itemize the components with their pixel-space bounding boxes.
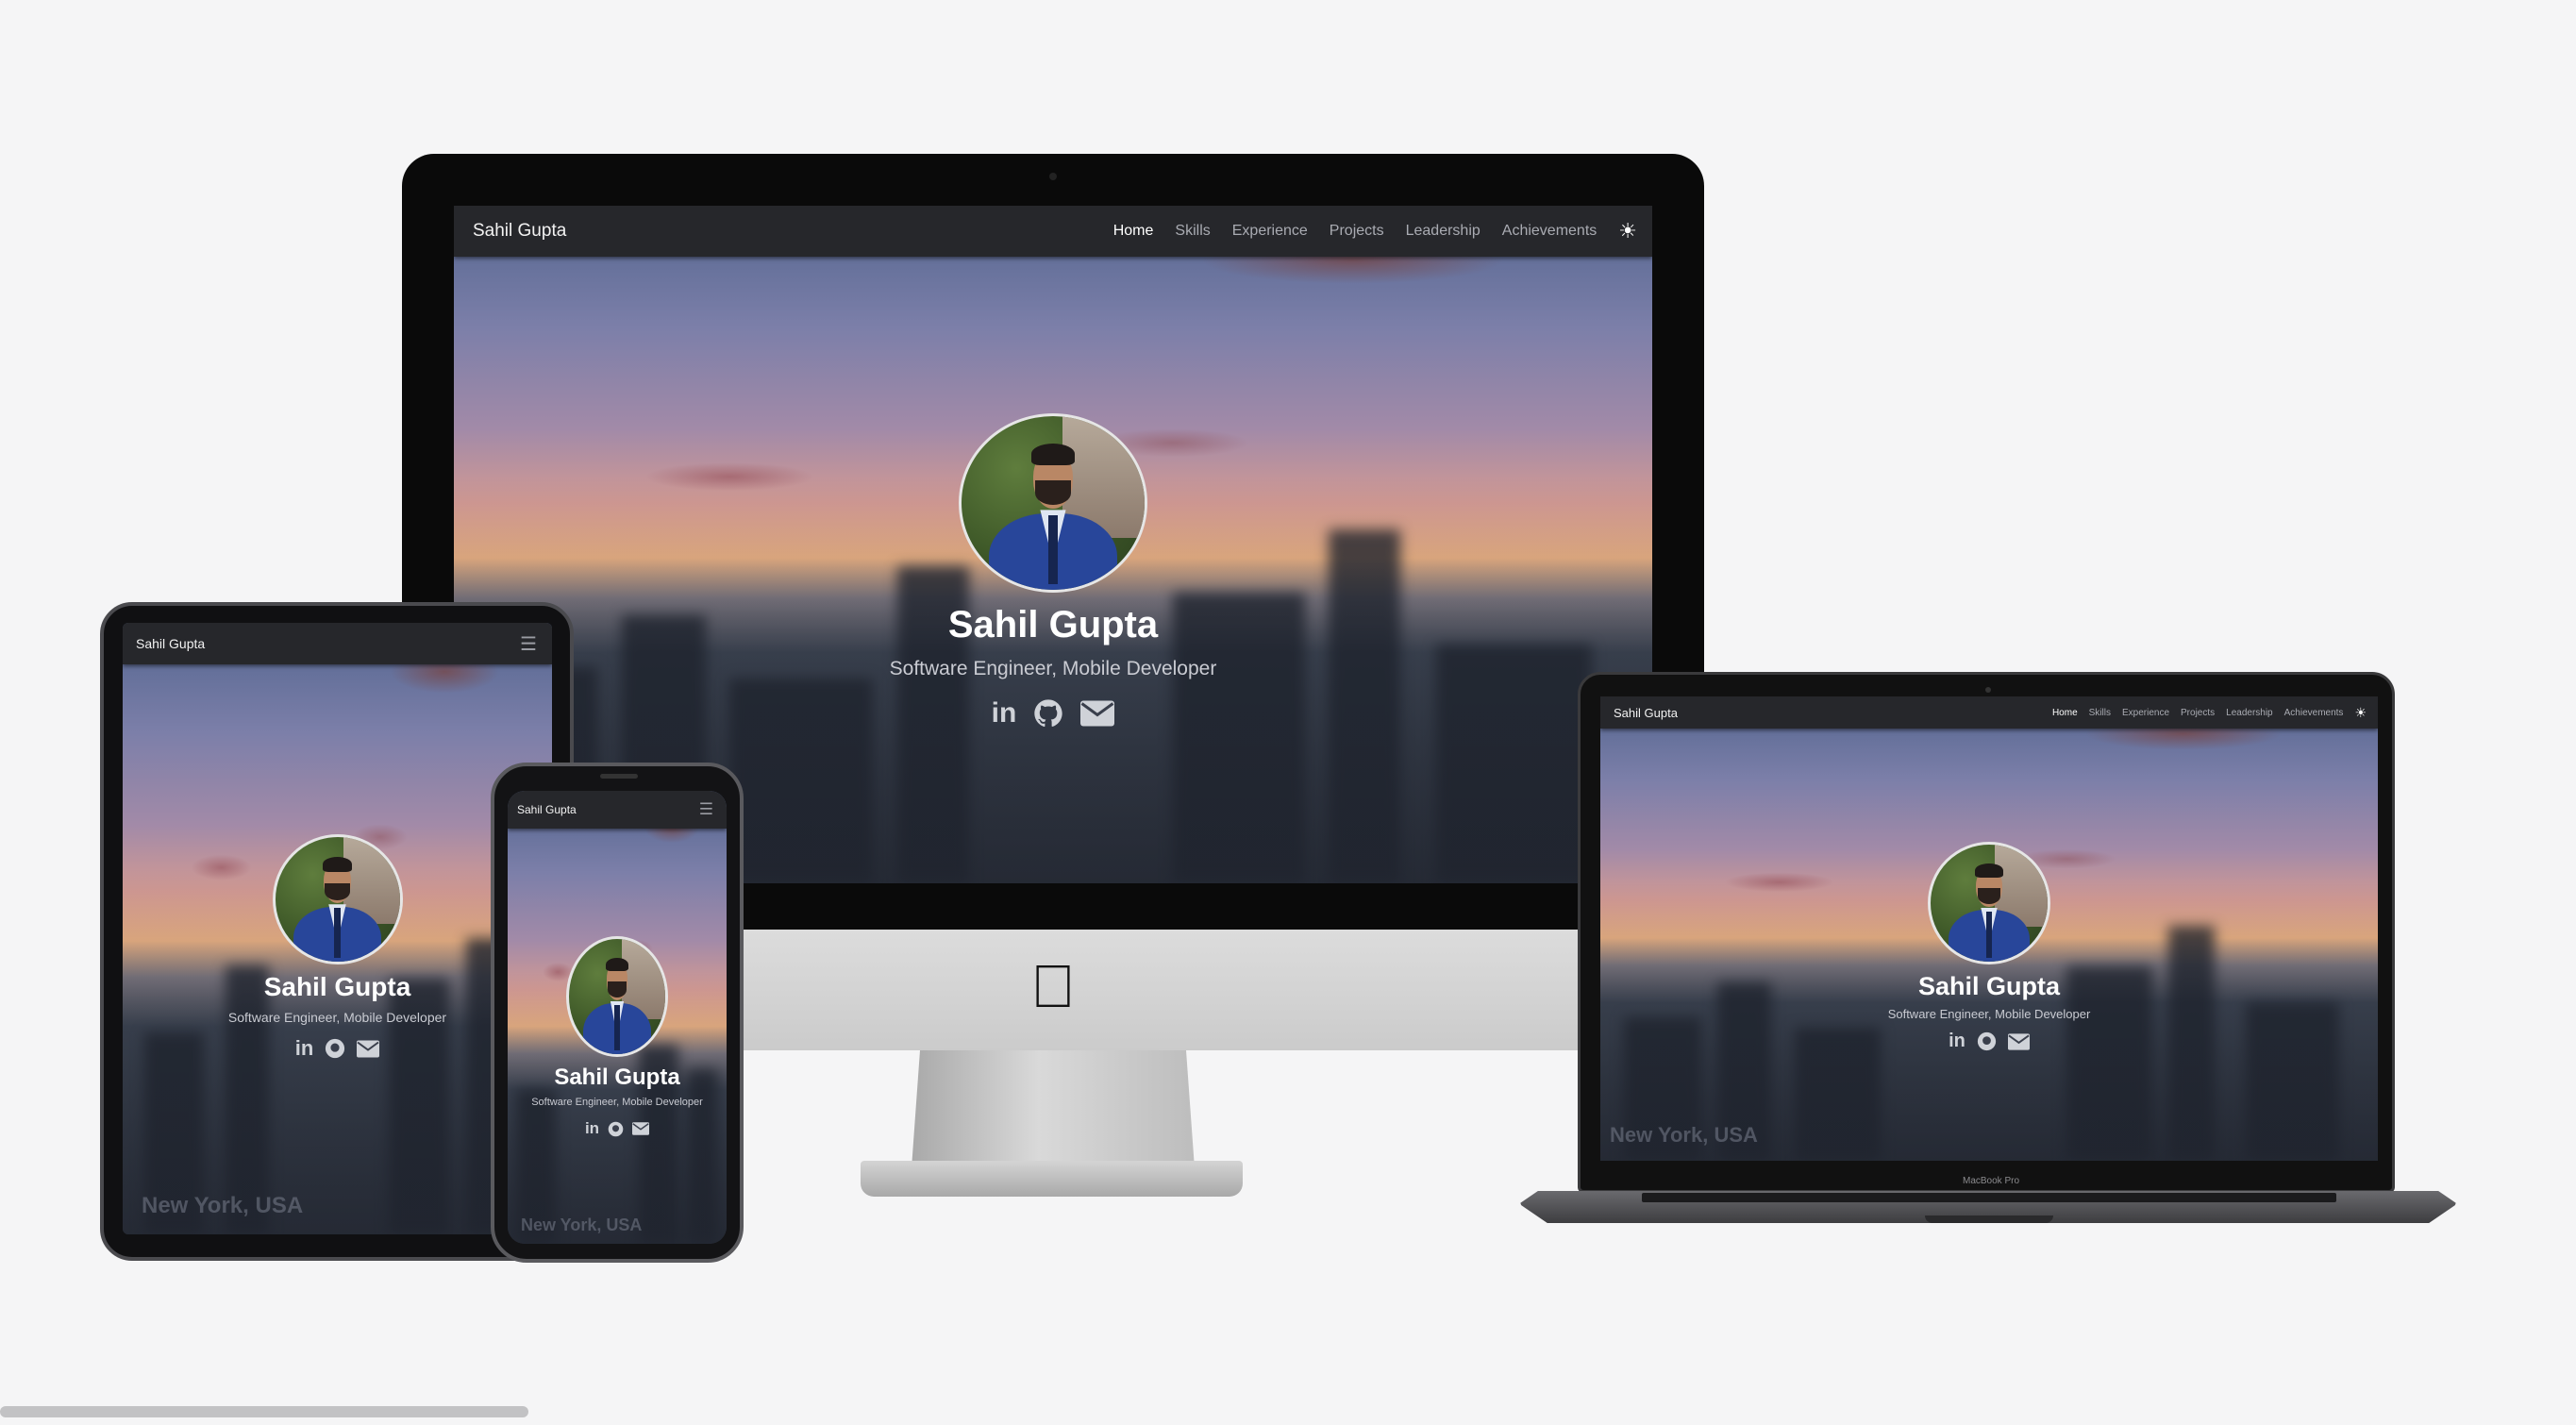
nav-link-skills[interactable]: Skills: [2089, 708, 2111, 718]
navbar-brand[interactable]: Sahil Gupta: [1614, 706, 1678, 720]
hamburger-icon[interactable]: ☰: [520, 632, 537, 656]
horizontal-scrollbar[interactable]: [0, 1406, 528, 1417]
hero-location: New York, USA: [1610, 1123, 1758, 1147]
nav-links: Home Skills Experience Projects Leadersh…: [1113, 219, 1637, 243]
nav-link-leadership[interactable]: Leadership: [1406, 223, 1480, 240]
nav-link-experience[interactable]: Experience: [1232, 223, 1308, 240]
linkedin-icon[interactable]: in: [1949, 1031, 1965, 1052]
navbar-brand[interactable]: Sahil Gupta: [473, 221, 566, 242]
hero-name: Sahil Gupta: [554, 1065, 680, 1090]
social-links: in: [585, 1119, 650, 1138]
nav-links: Home Skills Experience Projects Leadersh…: [2052, 705, 2367, 721]
social-links: in: [992, 697, 1115, 729]
nav-link-leadership[interactable]: Leadership: [2226, 708, 2272, 718]
email-icon[interactable]: [2007, 1032, 2030, 1050]
navbar: Sahil Gupta Home Skills Experience Proje…: [454, 206, 1652, 257]
hero-subtitle: Software Engineer, Mobile Developer: [227, 1010, 447, 1025]
nav-link-skills[interactable]: Skills: [1175, 223, 1210, 240]
linkedin-icon[interactable]: in: [992, 697, 1017, 729]
github-icon[interactable]: [608, 1121, 624, 1137]
email-icon[interactable]: [632, 1122, 650, 1135]
linkedin-icon[interactable]: in: [585, 1119, 599, 1138]
social-links: in: [1949, 1031, 2030, 1052]
navbar: Sahil Gupta ☰: [508, 791, 727, 829]
nav-link-achievements[interactable]: Achievements: [1502, 223, 1597, 240]
nav-link-home[interactable]: Home: [1113, 223, 1154, 240]
profile-avatar: [1928, 842, 2050, 964]
nav-link-experience[interactable]: Experience: [2122, 708, 2169, 718]
hero-location: New York, USA: [142, 1193, 304, 1218]
social-links: in: [295, 1036, 380, 1061]
hero-section: Sahil Gupta Software Engineer, Mobile De…: [508, 936, 727, 1138]
imac-stand: [912, 1050, 1195, 1168]
hero-name: Sahil Gupta: [263, 972, 411, 1001]
hero-name: Sahil Gupta: [1917, 972, 2061, 1000]
hero-subtitle: Software Engineer, Mobile Developer: [531, 1097, 703, 1108]
profile-avatar: [272, 834, 403, 964]
hero-subtitle: Software Engineer, Mobile Developer: [1887, 1007, 2091, 1021]
hamburger-icon[interactable]: ☰: [699, 800, 713, 819]
macbook-camera: [1985, 687, 1991, 693]
imac-camera: [1049, 173, 1057, 180]
iphone-speaker: [600, 774, 638, 779]
github-icon[interactable]: [325, 1038, 345, 1059]
macbook-keyboard: [1642, 1193, 2336, 1202]
hero-section: Sahil Gupta Software Engineer, Mobile De…: [1600, 842, 2378, 1052]
macbook-screen: Sahil Gupta Home Skills Experience Proje…: [1600, 696, 2378, 1161]
email-icon[interactable]: [1080, 700, 1115, 727]
github-icon[interactable]: [1977, 1031, 1997, 1051]
nav-link-home[interactable]: Home: [2052, 708, 2078, 718]
navbar: Sahil Gupta Home Skills Experience Proje…: [1600, 696, 2378, 729]
email-icon[interactable]: [357, 1040, 380, 1058]
profile-avatar: [959, 413, 1147, 593]
hero-section: Sahil Gupta Software Engineer, Mobile De…: [123, 834, 552, 1061]
github-icon[interactable]: [1033, 698, 1063, 729]
navbar-brand[interactable]: Sahil Gupta: [517, 803, 577, 816]
sun-icon[interactable]: ☀: [2354, 705, 2367, 721]
profile-avatar: [566, 936, 668, 1057]
hero-name: Sahil Gupta: [947, 604, 1159, 645]
navbar-brand[interactable]: Sahil Gupta: [136, 636, 205, 651]
hero-location: New York, USA: [521, 1215, 643, 1234]
nav-link-achievements[interactable]: Achievements: [2284, 708, 2344, 718]
nav-link-projects[interactable]: Projects: [1330, 223, 1384, 240]
hero-subtitle: Software Engineer, Mobile Developer: [889, 658, 1217, 679]
nav-link-projects[interactable]: Projects: [2181, 708, 2215, 718]
sun-icon[interactable]: ☀: [1618, 219, 1637, 243]
macbook-label: MacBook Pro: [1962, 1176, 2020, 1186]
navbar: Sahil Gupta ☰: [123, 623, 552, 664]
linkedin-icon[interactable]: in: [295, 1036, 314, 1061]
hero-section: Sahil Gupta Software Engineer, Mobile De…: [454, 413, 1652, 729]
imac-stand-foot: [861, 1161, 1243, 1197]
apple-logo-icon: : [1025, 953, 1081, 1019]
macbook-notch: [1925, 1215, 2053, 1223]
